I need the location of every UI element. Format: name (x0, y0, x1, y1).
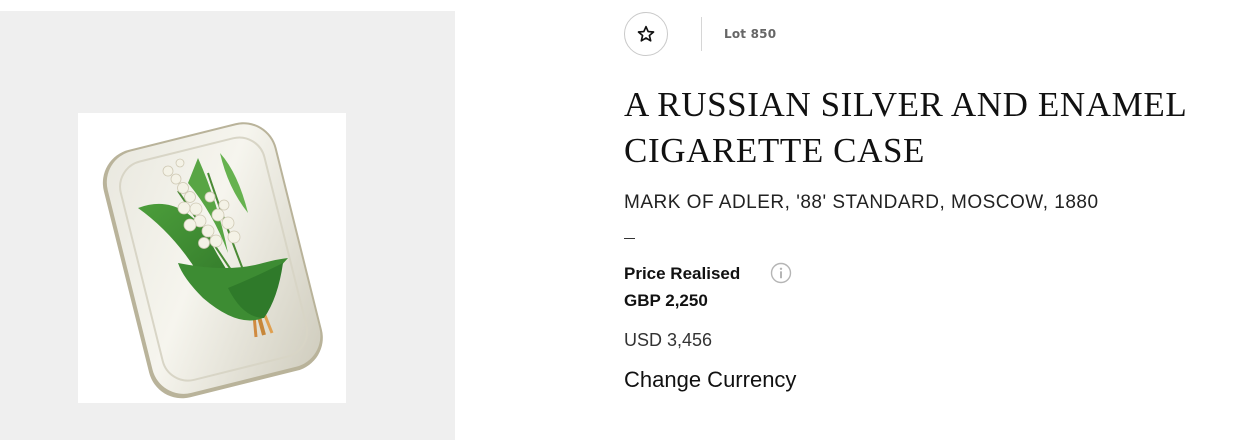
image-panel (0, 11, 455, 440)
lot-image[interactable] (78, 113, 346, 403)
info-circle-icon (770, 262, 792, 284)
favorite-button[interactable] (624, 12, 668, 56)
lot-number: Lot 850 (724, 27, 777, 41)
lot-subtitle: MARK OF ADLER, '88' STANDARD, MOSCOW, 18… (624, 192, 1099, 213)
info-icon[interactable] (770, 262, 792, 284)
price-realised-usd: USD 3,456 (624, 330, 713, 350)
change-currency-link[interactable]: Change Currency (624, 367, 796, 393)
cigarette-case-illustration (102, 122, 323, 399)
header-divider (701, 17, 702, 51)
star-icon (637, 25, 655, 42)
lot-page: Lot 850 A RUSSIAN SILVER AND ENAMEL CIGA… (0, 0, 1257, 440)
price-realised-label: Price Realised (624, 264, 741, 283)
short-dash-divider (624, 238, 635, 239)
price-realised-gbp: GBP 2,250 (624, 291, 708, 310)
lot-details: Lot 850 A RUSSIAN SILVER AND ENAMEL CIGA… (624, 0, 1244, 440)
lot-title: A RUSSIAN SILVER AND ENAMEL CIGARETTE CA… (624, 85, 1186, 170)
